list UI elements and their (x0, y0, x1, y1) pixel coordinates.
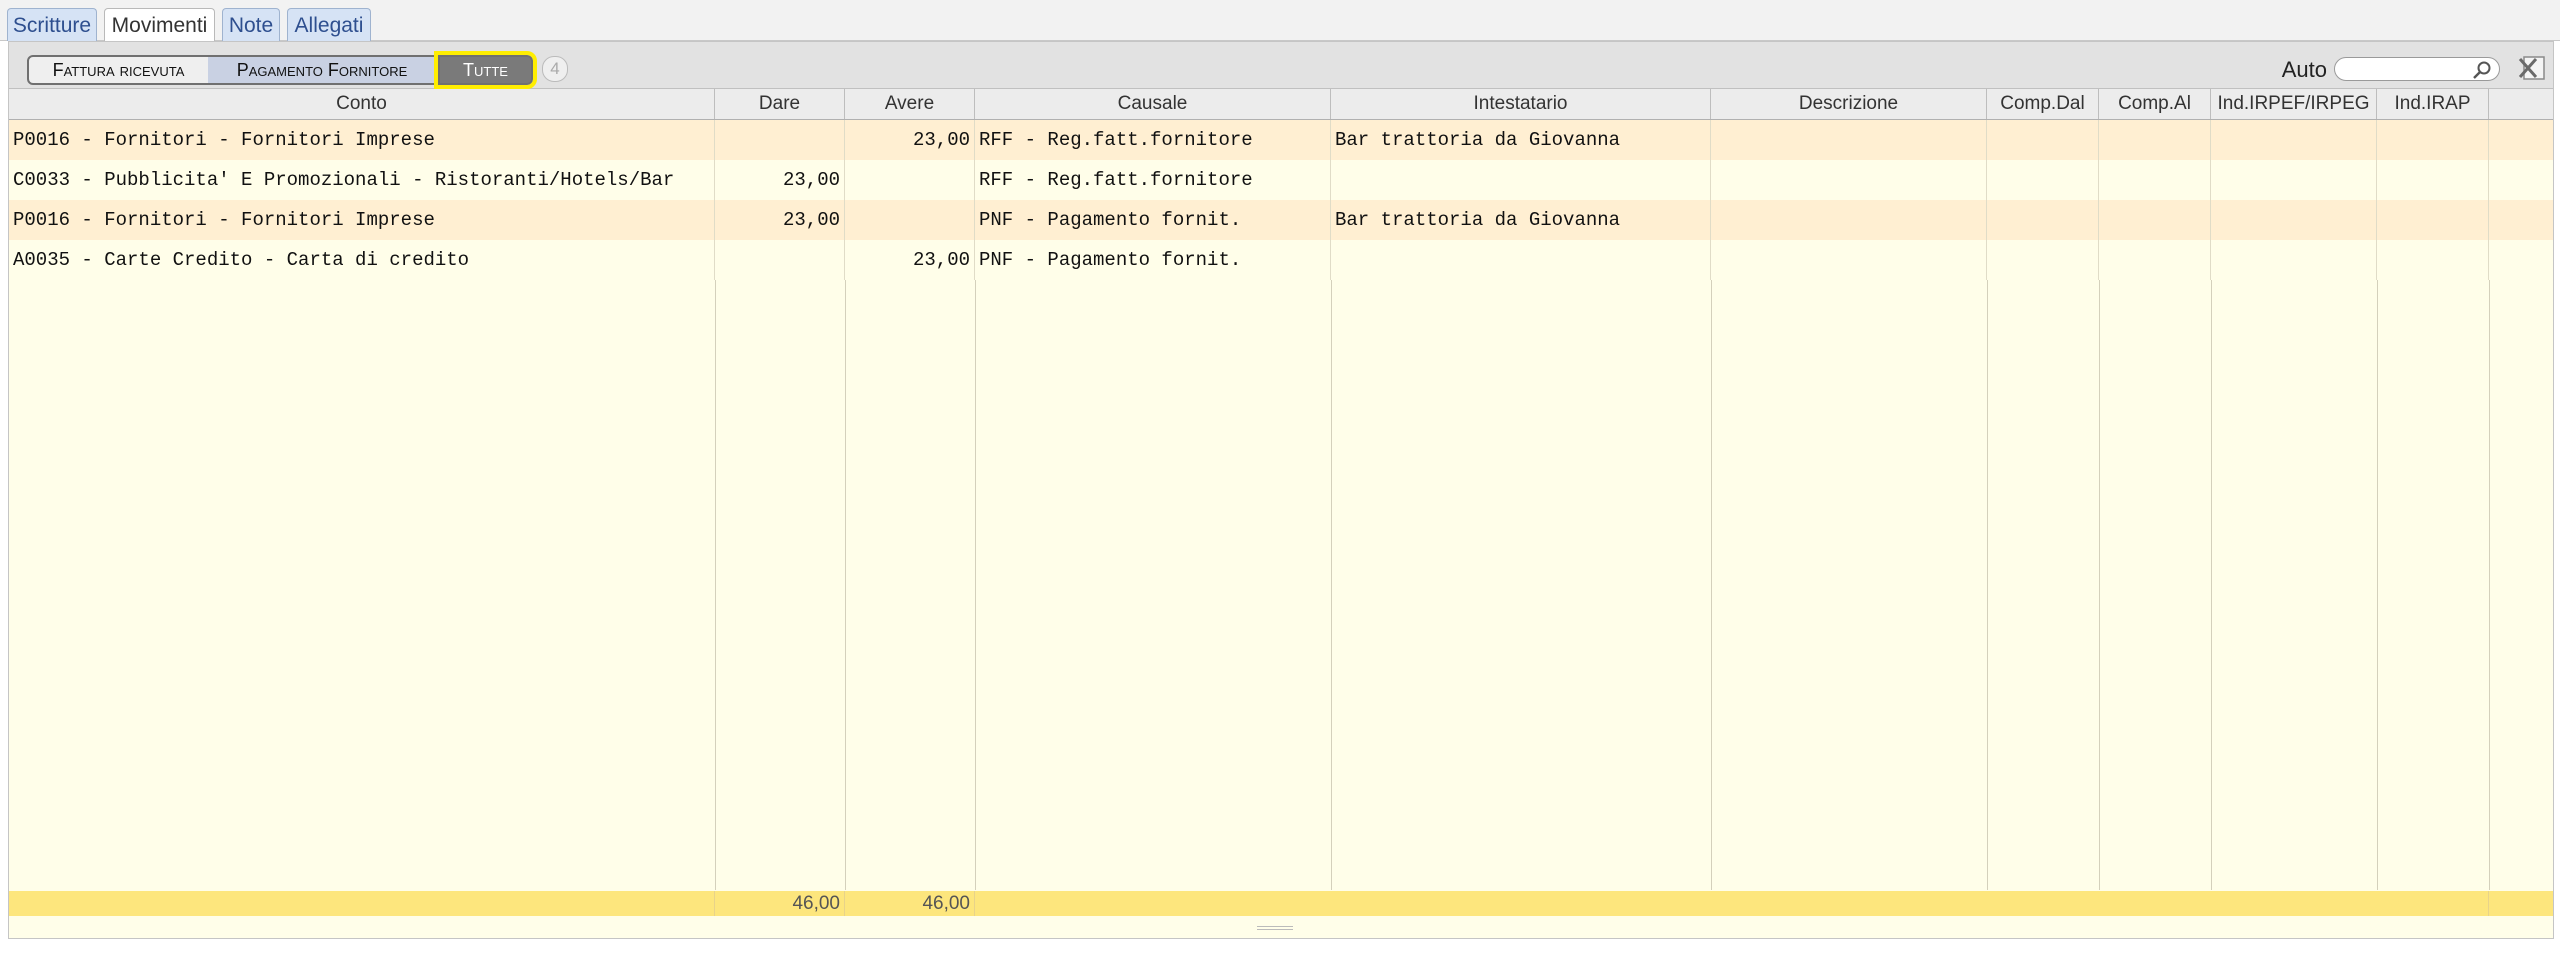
column-header-ind-irap[interactable]: Ind.IRAP (2377, 89, 2489, 119)
movimenti-panel: Fattura ricevuta Pagamento Fornitore Tut… (8, 41, 2554, 939)
column-header-descrizione[interactable]: Descrizione (1711, 89, 1987, 119)
column-header-comp-dal[interactable]: Comp.Dal (1987, 89, 2099, 119)
table-row[interactable]: A0035 - Carte Credito - Carta di credito… (9, 240, 2553, 280)
table-row[interactable]: C0033 - Pubblicita' E Promozionali - Ris… (9, 160, 2553, 200)
cell-avere (845, 200, 975, 240)
column-header-avere[interactable]: Avere (845, 89, 975, 119)
filter-fattura-ricevuta-button[interactable]: Fattura ricevuta (27, 55, 210, 85)
cell-comp-dal (1987, 160, 2099, 200)
cell-ind-irpef (2211, 240, 2377, 280)
cell-avere: 23,00 (845, 240, 975, 280)
cell-comp-al (2099, 120, 2211, 160)
cell-comp-dal (1987, 200, 2099, 240)
cell-ind-irap (2377, 240, 2489, 280)
cell-ind-irpef (2211, 160, 2377, 200)
tab-note[interactable]: Note (222, 8, 280, 41)
resize-grip[interactable] (1257, 926, 1293, 930)
cell-intestatario: Bar trattoria da Giovanna (1331, 120, 1711, 160)
cell-ind-irap (2377, 160, 2489, 200)
cell-ind-irpef (2211, 120, 2377, 160)
column-header-extra (2489, 89, 2553, 119)
filter-pagamento-fornitore-button[interactable]: Pagamento Fornitore (208, 55, 438, 85)
column-header-intestatario[interactable]: Intestatario (1331, 89, 1711, 119)
record-count-badge: 4 (542, 56, 568, 82)
cell-conto: C0033 - Pubblicita' E Promozionali - Ris… (9, 160, 715, 200)
column-header-dare[interactable]: Dare (715, 89, 845, 119)
magnifier-icon[interactable] (2471, 60, 2493, 80)
filter-toolbar: Fattura ricevuta Pagamento Fornitore Tut… (9, 42, 2553, 89)
table-row[interactable]: P0016 - Fornitori - Fornitori Imprese 23… (9, 120, 2553, 160)
cell-avere (845, 160, 975, 200)
cell-causale: RFF - Reg.fatt.fornitore (975, 160, 1331, 200)
tab-allegati[interactable]: Allegati (287, 8, 371, 41)
cell-conto: A0035 - Carte Credito - Carta di credito (9, 240, 715, 280)
column-header-comp-al[interactable]: Comp.Al (2099, 89, 2211, 119)
total-avere: 46,00 (845, 891, 975, 916)
filter-tutte-button[interactable]: Tutte (434, 51, 537, 89)
cell-comp-al (2099, 240, 2211, 280)
cell-dare (715, 120, 845, 160)
cell-dare: 23,00 (715, 200, 845, 240)
cell-conto: P0016 - Fornitori - Fornitori Imprese (9, 200, 715, 240)
cell-conto: P0016 - Fornitori - Fornitori Imprese (9, 120, 715, 160)
cell-descrizione (1711, 200, 1987, 240)
excel-export-icon[interactable] (2518, 53, 2548, 83)
cell-dare (715, 240, 845, 280)
cell-comp-dal (1987, 240, 2099, 280)
cell-dare: 23,00 (715, 160, 845, 200)
cell-comp-al (2099, 160, 2211, 200)
table-header: Conto Dare Avere Causale Intestatario De… (9, 89, 2553, 120)
cell-ind-irpef (2211, 200, 2377, 240)
column-header-causale[interactable]: Causale (975, 89, 1331, 119)
tab-bar (0, 0, 2560, 41)
cell-intestatario (1331, 160, 1711, 200)
column-header-ind-irpef-irpeg[interactable]: Ind.IRPEF/IRPEG (2211, 89, 2377, 119)
total-label-cell (9, 891, 715, 916)
tab-scritture[interactable]: Scritture (7, 8, 97, 41)
totals-row: 46,00 46,00 (9, 891, 2553, 916)
column-header-conto[interactable]: Conto (9, 89, 715, 119)
cell-descrizione (1711, 120, 1987, 160)
cell-causale: PNF - Pagamento fornit. (975, 240, 1331, 280)
cell-comp-dal (1987, 120, 2099, 160)
cell-intestatario: Bar trattoria da Giovanna (1331, 200, 1711, 240)
cell-descrizione (1711, 160, 1987, 200)
cell-descrizione (1711, 240, 1987, 280)
search-label: Auto (2281, 57, 2327, 82)
cell-causale: PNF - Pagamento fornit. (975, 200, 1331, 240)
table-row[interactable]: P0016 - Fornitori - Fornitori Imprese 23… (9, 200, 2553, 240)
cell-avere: 23,00 (845, 120, 975, 160)
search-input[interactable] (2334, 57, 2500, 81)
total-filler-cell (975, 891, 2489, 916)
cell-causale: RFF - Reg.fatt.fornitore (975, 120, 1331, 160)
cell-comp-al (2099, 200, 2211, 240)
total-dare: 46,00 (715, 891, 845, 916)
tab-movimenti[interactable]: Movimenti (104, 8, 215, 42)
cell-ind-irap (2377, 200, 2489, 240)
cell-ind-irap (2377, 120, 2489, 160)
cell-intestatario (1331, 240, 1711, 280)
